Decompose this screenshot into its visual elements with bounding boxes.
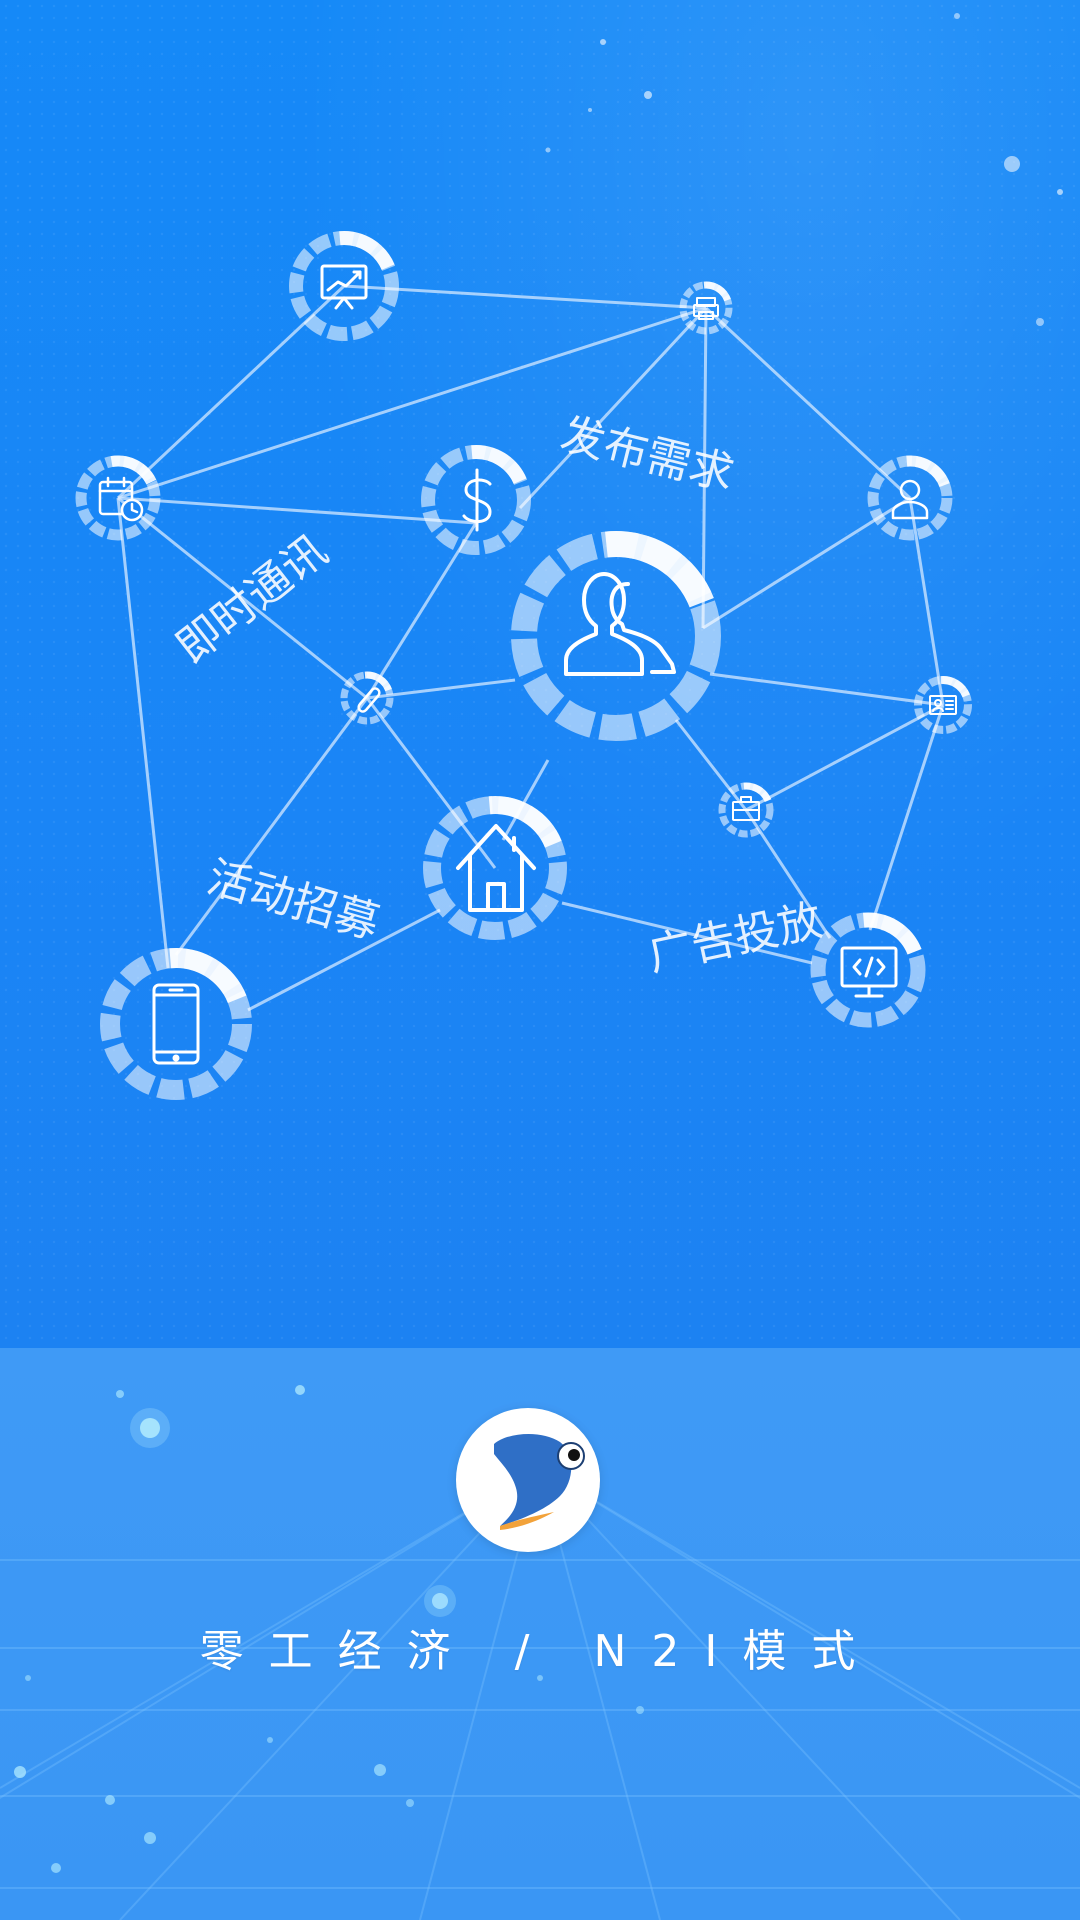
app-logo [456,1408,600,1552]
brand-footer: 零工经济 / N2I模式 [0,1348,1080,1920]
fish-logo-icon [494,1433,585,1530]
tagline: 零工经济 / N2I模式 [199,1626,881,1677]
home-icon [456,824,536,912]
network-graph [75,13,1063,1100]
node-phone [100,948,252,1100]
smartphone-icon [152,983,200,1065]
users-icon [564,572,676,676]
network-hero: 发布需求 即时通讯 活动招募 广告投放 [0,0,1080,1348]
code-monitor-icon [840,946,898,998]
sparkles [545,13,1063,326]
